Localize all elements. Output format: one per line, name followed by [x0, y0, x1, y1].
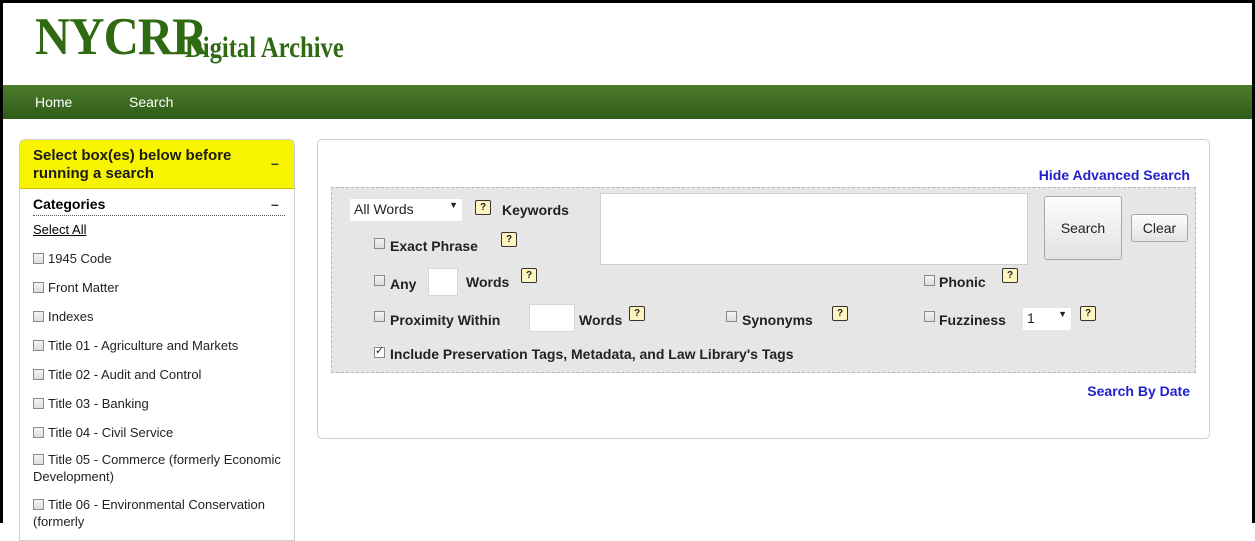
category-item[interactable]: Front Matter [33, 279, 288, 296]
chevron-down-icon: ▼ [1058, 309, 1067, 319]
category-checkbox[interactable] [33, 398, 44, 409]
any-words-checkbox[interactable] [374, 275, 385, 286]
category-item[interactable]: Title 01 - Agriculture and Markets [33, 337, 288, 354]
include-tags-checkbox[interactable] [374, 344, 385, 358]
main-navbar: Home Search [3, 85, 1252, 119]
category-label: Title 03 - Banking [48, 396, 149, 411]
category-checkbox[interactable] [33, 253, 44, 264]
any-words-label: Words [466, 274, 510, 290]
any-label: Any [390, 276, 417, 292]
category-item[interactable]: Indexes [33, 308, 288, 325]
proximity-words-label: Words [579, 312, 623, 328]
category-checkbox[interactable] [33, 454, 44, 465]
fuzziness-value: 1 [1027, 310, 1035, 326]
category-label: Front Matter [48, 280, 119, 295]
collapse-categories-button[interactable]: – [271, 196, 279, 212]
category-checkbox[interactable] [33, 311, 44, 322]
keywords-input[interactable] [600, 193, 1028, 265]
category-label: Title 06 - Environmental Conservation (f… [33, 497, 266, 529]
help-icon[interactable]: ? [501, 232, 517, 247]
category-checkbox[interactable] [33, 340, 44, 351]
category-checkbox[interactable] [33, 499, 44, 510]
proximity-within-label: Proximity Within [390, 312, 501, 328]
nav-home-link[interactable]: Home [35, 94, 72, 110]
category-item[interactable]: 1945 Code [33, 250, 288, 267]
help-icon[interactable]: ? [1002, 268, 1018, 283]
clear-button[interactable]: Clear [1131, 214, 1188, 242]
category-label: Title 04 - Civil Service [48, 425, 174, 440]
chevron-down-icon: ▼ [449, 200, 458, 210]
category-checkbox[interactable] [33, 282, 44, 293]
search-options-box: All Words ▼ ? Keywords Search Clear Exac… [331, 187, 1196, 373]
category-label: 1945 Code [48, 251, 112, 266]
category-label: Title 02 - Audit and Control [48, 367, 202, 382]
search-by-date-link[interactable]: Search By Date [1087, 383, 1190, 399]
category-item[interactable]: Title 04 - Civil Service [33, 424, 288, 441]
category-checkbox[interactable] [33, 369, 44, 380]
search-button[interactable]: Search [1044, 196, 1122, 260]
category-label: Title 01 - Agriculture and Markets [48, 338, 239, 353]
match-mode-select[interactable]: All Words ▼ [350, 199, 462, 221]
category-item[interactable]: Title 05 - Commerce (formerly Economic D… [33, 451, 288, 485]
category-item[interactable]: Title 03 - Banking [33, 395, 288, 412]
collapse-instruction-button[interactable]: – [271, 155, 279, 171]
category-checkbox[interactable] [33, 427, 44, 438]
category-item[interactable]: Title 06 - Environmental Conservation (f… [33, 496, 288, 530]
help-icon[interactable]: ? [629, 306, 645, 321]
keywords-label: Keywords [502, 202, 569, 218]
fuzziness-label: Fuzziness [939, 312, 1006, 328]
select-all-link[interactable]: Select All [33, 222, 86, 237]
proximity-count-input[interactable] [529, 304, 575, 332]
categories-heading: Categories [33, 196, 106, 212]
logo-subtitle: Digital Archive [185, 31, 344, 64]
category-item[interactable]: Title 02 - Audit and Control [33, 366, 288, 383]
help-icon[interactable]: ? [832, 306, 848, 321]
exact-phrase-checkbox[interactable] [374, 238, 385, 249]
category-label: Indexes [48, 309, 94, 324]
nav-search-link[interactable]: Search [129, 94, 173, 110]
sidebar-instruction-header: Select box(es) below before running a se… [20, 140, 294, 189]
categories-divider [33, 215, 285, 216]
phonic-checkbox[interactable] [924, 275, 935, 286]
hide-advanced-search-link[interactable]: Hide Advanced Search [1039, 167, 1190, 183]
synonyms-checkbox[interactable] [726, 311, 737, 322]
help-icon[interactable]: ? [1080, 306, 1096, 321]
site-header: NYCRR Digital Archive [3, 3, 1252, 85]
include-tags-label: Include Preservation Tags, Metadata, and… [390, 346, 794, 362]
exact-phrase-label: Exact Phrase [390, 238, 478, 254]
phonic-label: Phonic [939, 274, 986, 290]
logo-title: NYCRR [35, 8, 207, 66]
fuzziness-checkbox[interactable] [924, 311, 935, 322]
sidebar-instruction-text: Select box(es) below before running a se… [33, 147, 232, 182]
advanced-search-panel: Hide Advanced Search All Words ▼ ? Keywo… [317, 139, 1210, 439]
proximity-checkbox[interactable] [374, 311, 385, 322]
help-icon[interactable]: ? [475, 200, 491, 215]
help-icon[interactable]: ? [521, 268, 537, 283]
category-label: Title 05 - Commerce (formerly Economic D… [33, 452, 281, 484]
fuzziness-select[interactable]: 1 ▼ [1023, 308, 1071, 330]
category-sidebar: Select box(es) below before running a se… [19, 139, 295, 541]
match-mode-value: All Words [354, 201, 414, 217]
any-words-count-input[interactable] [428, 268, 458, 296]
synonyms-label: Synonyms [742, 312, 813, 328]
